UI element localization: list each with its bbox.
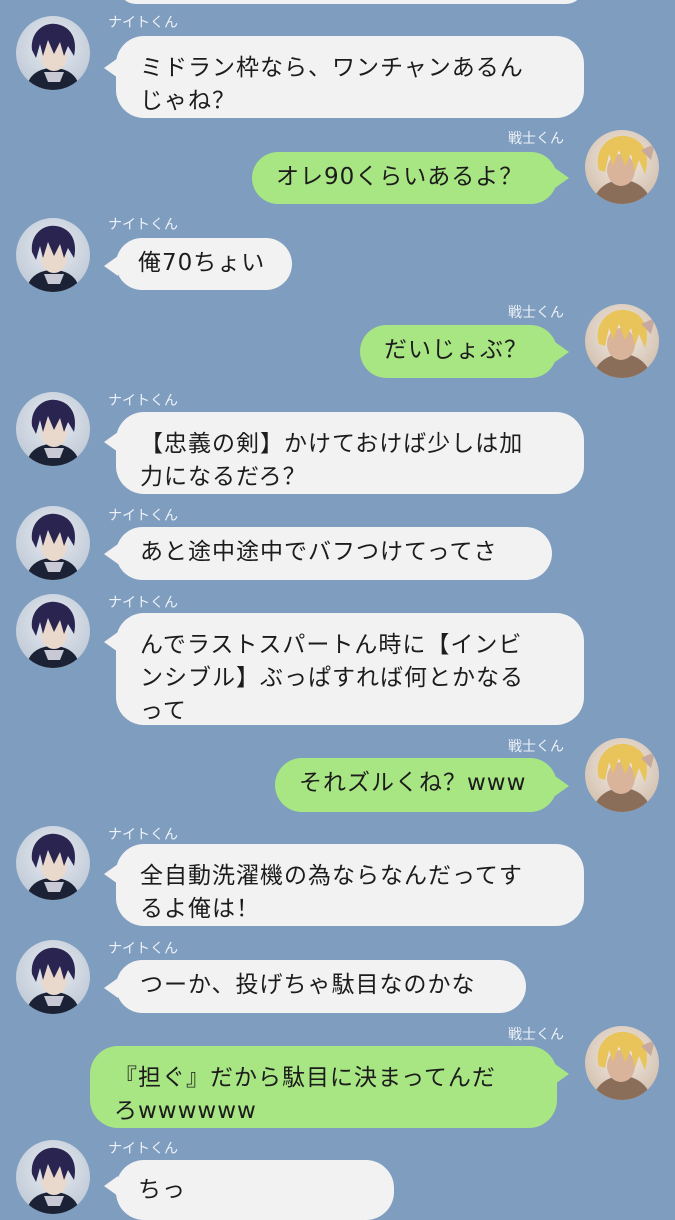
knight-avatar-icon[interactable]: [16, 16, 90, 90]
knight-avatar-icon[interactable]: [16, 506, 90, 580]
message-bubble-knight[interactable]: 全自動洗濯機の為ならなんだってす るよ俺は！: [116, 844, 584, 926]
message-bubble-warrior[interactable]: だいじょぶ？: [360, 325, 557, 378]
sender-name-knight: ナイトくん: [108, 1141, 178, 1157]
warrior-avatar-icon[interactable]: [585, 304, 659, 378]
sender-name-knight: ナイトくん: [108, 595, 178, 611]
knight-avatar-icon[interactable]: [16, 1140, 90, 1214]
knight-avatar-icon[interactable]: [16, 218, 90, 292]
sender-name-warrior: 戦士くん: [508, 305, 564, 321]
message-bubble-knight[interactable]: ちっ: [116, 1160, 394, 1220]
bubble-tail: [555, 342, 569, 362]
bubble-tail: [555, 168, 569, 188]
bubble-tail: [555, 1064, 569, 1084]
message-bubble-knight[interactable]: あと途中途中でバフつけてってさ: [116, 527, 552, 580]
previous-message-bubble: [118, 0, 584, 4]
knight-avatar-icon[interactable]: [16, 940, 90, 1014]
sender-name-knight: ナイトくん: [108, 827, 178, 843]
message-bubble-knight[interactable]: つーか、投げちゃ駄目なのかな: [116, 960, 526, 1013]
message-bubble-knight[interactable]: んでラストスパートん時に【インビ ンシブル】ぶっぱすれば何とかなる って: [116, 613, 584, 725]
sender-name-knight: ナイトくん: [108, 941, 178, 957]
message-bubble-knight[interactable]: 俺70ちょい: [116, 238, 292, 290]
message-bubble-knight[interactable]: 【忠義の剣】かけておけば少しは加 力になるだろ？: [116, 412, 584, 494]
sender-name-warrior: 戦士くん: [508, 1027, 564, 1043]
sender-name-knight: ナイトくん: [108, 508, 178, 524]
warrior-avatar-icon[interactable]: [585, 1026, 659, 1100]
bubble-tail: [555, 776, 569, 796]
knight-avatar-icon[interactable]: [16, 392, 90, 466]
knight-avatar-icon[interactable]: [16, 594, 90, 668]
knight-avatar-icon[interactable]: [16, 826, 90, 900]
sender-name-warrior: 戦士くん: [508, 739, 564, 755]
warrior-avatar-icon[interactable]: [585, 130, 659, 204]
message-bubble-warrior[interactable]: オレ90くらいあるよ？: [252, 152, 557, 204]
warrior-avatar-icon[interactable]: [585, 738, 659, 812]
sender-name-knight: ナイトくん: [108, 217, 178, 233]
sender-name-knight: ナイトくん: [108, 393, 178, 409]
message-bubble-warrior[interactable]: 『担ぐ』だから駄目に決まってんだ ろwwwwww: [90, 1046, 557, 1128]
message-bubble-warrior[interactable]: それズルくね？www: [275, 758, 557, 812]
sender-name-knight: ナイトくん: [108, 15, 178, 31]
message-bubble-knight[interactable]: ミドラン枠なら、ワンチャンあるん じゃね？: [116, 36, 584, 118]
sender-name-warrior: 戦士くん: [508, 131, 564, 147]
